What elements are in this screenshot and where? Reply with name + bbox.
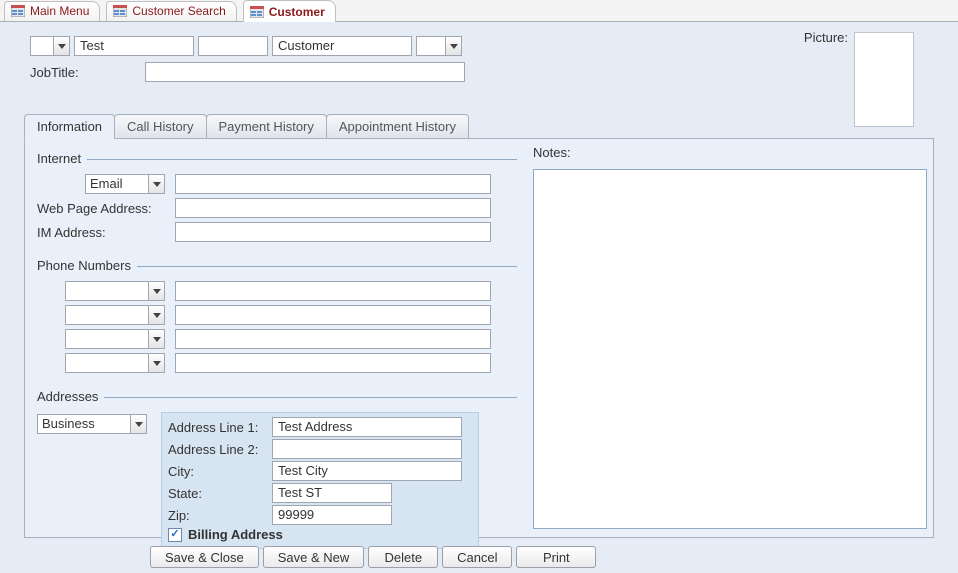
jobtitle-row: JobTitle: — [30, 62, 465, 82]
billing-address-label: Billing Address — [188, 527, 283, 542]
nav-tab-main-menu[interactable]: Main Menu — [4, 1, 100, 21]
divider-line — [104, 397, 517, 398]
middle-name-field[interactable] — [198, 36, 268, 56]
tab-payment-history[interactable]: Payment History — [206, 114, 327, 139]
divider-line — [137, 266, 517, 267]
addr-state-value: Test ST — [278, 485, 322, 500]
delete-button[interactable]: Delete — [368, 546, 438, 568]
webpage-field[interactable] — [175, 198, 491, 218]
tab-call-history[interactable]: Call History — [114, 114, 206, 139]
address-block: Address Line 1: Test Address Address Lin… — [161, 412, 479, 549]
phone1-type-select[interactable] — [65, 281, 165, 301]
im-field[interactable] — [175, 222, 491, 242]
customer-form-area: Test Customer JobTitle: Picture: Informa… — [0, 22, 958, 573]
phone3-type-value — [66, 330, 148, 348]
email-field[interactable] — [175, 174, 491, 194]
phone4-type-value — [66, 354, 148, 372]
dropdown-icon[interactable] — [148, 175, 164, 193]
nav-tab-label: Customer — [269, 5, 325, 19]
notes-label: Notes: — [533, 145, 571, 160]
jobtitle-field[interactable] — [145, 62, 465, 82]
phone2-type-select[interactable] — [65, 305, 165, 325]
first-name-value: Test — [80, 38, 104, 53]
addr-line1-field[interactable]: Test Address — [272, 417, 462, 437]
picture-box[interactable] — [854, 32, 914, 127]
addr-city-field[interactable]: Test City — [272, 461, 462, 481]
addr-state-field[interactable]: Test ST — [272, 483, 392, 503]
notes-textarea[interactable] — [533, 169, 927, 529]
dropdown-icon[interactable] — [148, 282, 164, 300]
button-row: Save & Close Save & New Delete Cancel Pr… — [150, 546, 596, 568]
jobtitle-label: JobTitle: — [30, 65, 79, 80]
name-row: Test Customer — [30, 36, 462, 56]
internet-label: Internet — [37, 151, 81, 166]
addr-zip-label: Zip: — [168, 508, 266, 523]
divider-line — [87, 159, 517, 160]
suffix-select[interactable] — [416, 36, 462, 56]
first-name-field[interactable]: Test — [74, 36, 194, 56]
save-new-button[interactable]: Save & New — [263, 546, 365, 568]
addr-state-label: State: — [168, 486, 266, 501]
dropdown-icon[interactable] — [53, 37, 69, 55]
left-column: Internet Email Web Page Address: IM Addr… — [37, 145, 517, 549]
addresses-header: Addresses — [37, 389, 517, 406]
phone-label: Phone Numbers — [37, 258, 131, 273]
addr-zip-field[interactable]: 99999 — [272, 505, 392, 525]
nav-tab-customer[interactable]: Customer — [243, 0, 336, 22]
addr-city-value: Test City — [278, 463, 328, 478]
webpage-label: Web Page Address: — [37, 201, 165, 216]
addr-city-label: City: — [168, 464, 266, 479]
phone1-field[interactable] — [175, 281, 491, 301]
billing-address-checkbox[interactable]: ✓ — [168, 528, 182, 542]
dropdown-icon[interactable] — [148, 330, 164, 348]
print-button[interactable]: Print — [516, 546, 596, 568]
tab-appointment-history[interactable]: Appointment History — [326, 114, 469, 139]
cancel-button[interactable]: Cancel — [442, 546, 512, 568]
last-name-value: Customer — [278, 38, 334, 53]
form-icon — [11, 5, 25, 17]
suffix-select-value — [417, 37, 445, 55]
information-panel: Internet Email Web Page Address: IM Addr… — [24, 138, 934, 538]
sub-tabs: Information Call History Payment History… — [24, 114, 468, 139]
dropdown-icon[interactable] — [130, 415, 146, 433]
addr-line1-value: Test Address — [278, 419, 352, 434]
addr-line1-label: Address Line 1: — [168, 420, 266, 435]
phone4-type-select[interactable] — [65, 353, 165, 373]
tab-information[interactable]: Information — [24, 114, 115, 139]
form-icon — [113, 5, 127, 17]
address-type-value: Business — [38, 415, 130, 433]
email-type-select[interactable]: Email — [85, 174, 165, 194]
phone-header: Phone Numbers — [37, 258, 517, 275]
email-type-value: Email — [86, 175, 148, 193]
address-type-select[interactable]: Business — [37, 414, 147, 434]
phone4-field[interactable] — [175, 353, 491, 373]
picture-label: Picture: — [804, 30, 848, 45]
last-name-field[interactable]: Customer — [272, 36, 412, 56]
dropdown-icon[interactable] — [445, 37, 461, 55]
navigation-tabs: Main Menu Customer Search Customer — [0, 0, 958, 22]
addresses-label: Addresses — [37, 389, 98, 404]
prefix-select[interactable] — [30, 36, 70, 56]
phone3-type-select[interactable] — [65, 329, 165, 349]
phone3-field[interactable] — [175, 329, 491, 349]
phone2-type-value — [66, 306, 148, 324]
prefix-select-value — [31, 37, 53, 55]
internet-header: Internet — [37, 151, 517, 168]
im-label: IM Address: — [37, 225, 165, 240]
dropdown-icon[interactable] — [148, 354, 164, 372]
form-icon — [250, 6, 264, 18]
addr-zip-value: 99999 — [278, 507, 314, 522]
nav-tab-label: Customer Search — [132, 4, 225, 18]
nav-tab-label: Main Menu — [30, 4, 89, 18]
save-close-button[interactable]: Save & Close — [150, 546, 259, 568]
addr-line2-label: Address Line 2: — [168, 442, 266, 457]
addr-line2-field[interactable] — [272, 439, 462, 459]
phone2-field[interactable] — [175, 305, 491, 325]
phone1-type-value — [66, 282, 148, 300]
dropdown-icon[interactable] — [148, 306, 164, 324]
nav-tab-customer-search[interactable]: Customer Search — [106, 1, 236, 21]
